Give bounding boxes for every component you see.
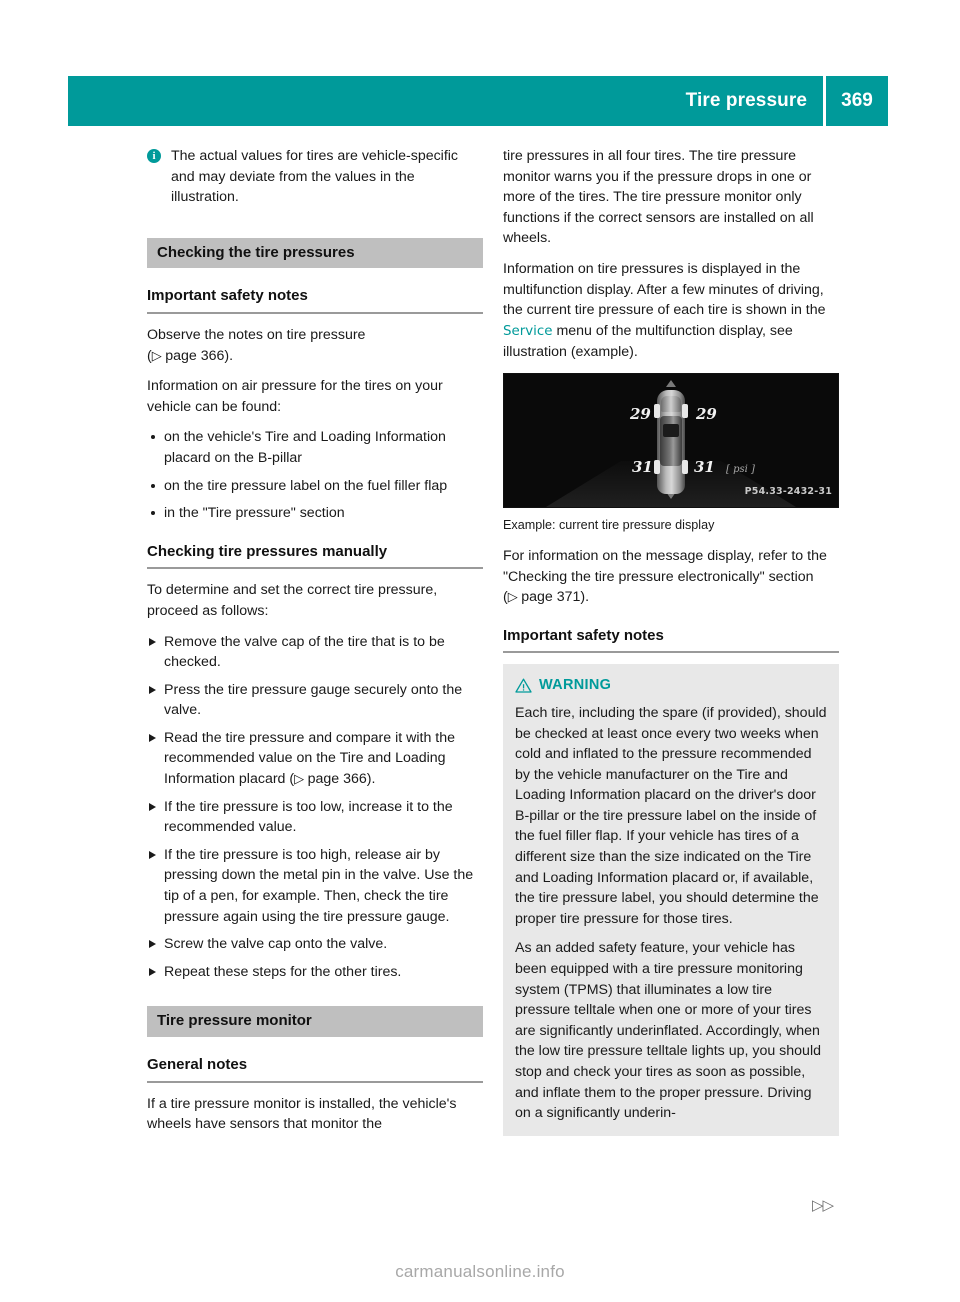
paragraph-observe-notes-text: Observe the notes on tire pressure — [147, 326, 366, 343]
subhead-general-notes: General notes — [147, 1055, 483, 1083]
info-icon: i — [147, 149, 161, 163]
pressure-value-rear-left: 31 — [632, 457, 653, 476]
info-note: i The actual values for tires are vehicl… — [147, 146, 483, 208]
menu-name-service: Service — [503, 323, 553, 339]
pressure-value-front-left: 29 — [630, 404, 651, 423]
list-item: on the vehicle's Tire and Loading Inform… — [147, 427, 483, 468]
step-list-manual-check: Remove the valve cap of the tire that is… — [147, 632, 483, 983]
paragraph-observe-notes: Observe the notes on tire pressure (▷ pag… — [147, 325, 483, 366]
cross-reference-page-366: (▷ page 366). — [147, 347, 234, 364]
step-item: Read the tire pressure and compare it wi… — [147, 728, 483, 790]
section-band-tire-pressure-monitor: Tire pressure monitor — [147, 1006, 483, 1037]
continuation-marker-icon: ▷▷ — [812, 1197, 834, 1214]
right-column: tire pressures in all four tires. The ti… — [503, 146, 839, 1136]
paragraph-multifunction-display-a: Information on tire pressures is display… — [503, 260, 826, 319]
list-item: on the tire pressure label on the fuel f… — [147, 476, 483, 497]
watermark: carmanualsonline.info — [395, 1262, 565, 1281]
warning-paragraph: As an added safety feature, your vehicle… — [515, 940, 821, 1122]
step-item: Screw the valve cap onto the valve. — [147, 934, 483, 955]
page-title: Tire pressure — [685, 90, 807, 111]
front-direction-arrow-icon — [666, 379, 676, 387]
step-item: Remove the valve cap of the tire that is… — [147, 632, 483, 673]
step-item: If the tire pressure is too low, increas… — [147, 797, 483, 838]
car-top-view-graphic — [654, 389, 688, 494]
paragraph-monitor-installed: If a tire pressure monitor is installed,… — [147, 1095, 457, 1133]
info-note-text: The actual values for tires are vehicle-… — [171, 148, 459, 206]
car-windshield — [663, 423, 679, 437]
page-number: 369 — [841, 90, 873, 111]
pressure-value-rear-right: 31 — [694, 457, 715, 476]
left-column: i The actual values for tires are vehicl… — [147, 146, 483, 1145]
warning-box: WARNING Each tire, including the spare (… — [503, 664, 839, 1136]
tire-front-left — [654, 403, 660, 418]
tire-rear-right — [682, 459, 688, 474]
page-header-bar: Tire pressure 369 — [68, 76, 888, 126]
figure-reference-code: P54.33-2432-31 — [744, 486, 832, 498]
list-item: in the "Tire pressure" section — [147, 503, 483, 524]
chapter-side-tab: Wheels and tires — [864, 0, 960, 1302]
subhead-checking-tire-pressures-manually: Checking tire pressures manually — [147, 542, 483, 570]
paragraph-monitor-continued: tire pressures in all four tires. The ti… — [503, 148, 814, 247]
warning-paragraph: Each tire, including the spare (if provi… — [515, 704, 827, 927]
step-item: Press the tire pressure gauge securely o… — [147, 680, 483, 721]
warning-header: WARNING — [515, 675, 827, 696]
paragraph-message-display-ref: For information on the message display, … — [503, 546, 839, 608]
paragraph-multifunction-display: Information on tire pressures is display… — [503, 259, 839, 363]
subhead-important-safety-notes-right: Important safety notes — [503, 626, 839, 654]
tire-rear-left — [654, 459, 660, 474]
multifunction-display-image: 29 29 31 31 [ psi ] P54.33-2432-31 — [503, 372, 839, 508]
step-item: Repeat these steps for the other tires. — [147, 962, 483, 983]
step-item: If the tire pressure is too high, releas… — [147, 845, 483, 927]
pressure-value-front-right: 29 — [696, 404, 717, 423]
cross-reference-page-366-step: ▷ page 366). — [294, 771, 376, 788]
car-hood — [661, 395, 681, 412]
warning-triangle-icon — [515, 678, 532, 693]
pressure-unit-label: [ psi ] — [726, 463, 755, 475]
paragraph-air-pressure-info: Information on air pressure for the tire… — [147, 378, 443, 415]
xref-triangle-icon: ▷ — [151, 347, 162, 363]
xref-triangle-icon: ▷ — [507, 589, 518, 605]
tire-front-right — [682, 403, 688, 418]
figure-caption: Example: current tire pressure display — [503, 517, 715, 532]
subhead-important-safety-notes: Important safety notes — [147, 286, 483, 314]
warning-title: WARNING — [539, 677, 612, 694]
paragraph-determine-set-correct: To determine and set the correct tire pr… — [147, 582, 438, 619]
section-band-checking-tire-pressures: Checking the tire pressures — [147, 237, 483, 269]
cross-reference-page-371: ▷ page 371). — [507, 589, 590, 606]
figure-tire-pressure-display: 29 29 31 31 [ psi ] P54.33-2432-31 Examp… — [503, 372, 839, 534]
xref-triangle-icon: ▷ — [294, 771, 304, 787]
bullet-list-pressure-locations: on the vehicle's Tire and Loading Inform… — [147, 427, 483, 523]
